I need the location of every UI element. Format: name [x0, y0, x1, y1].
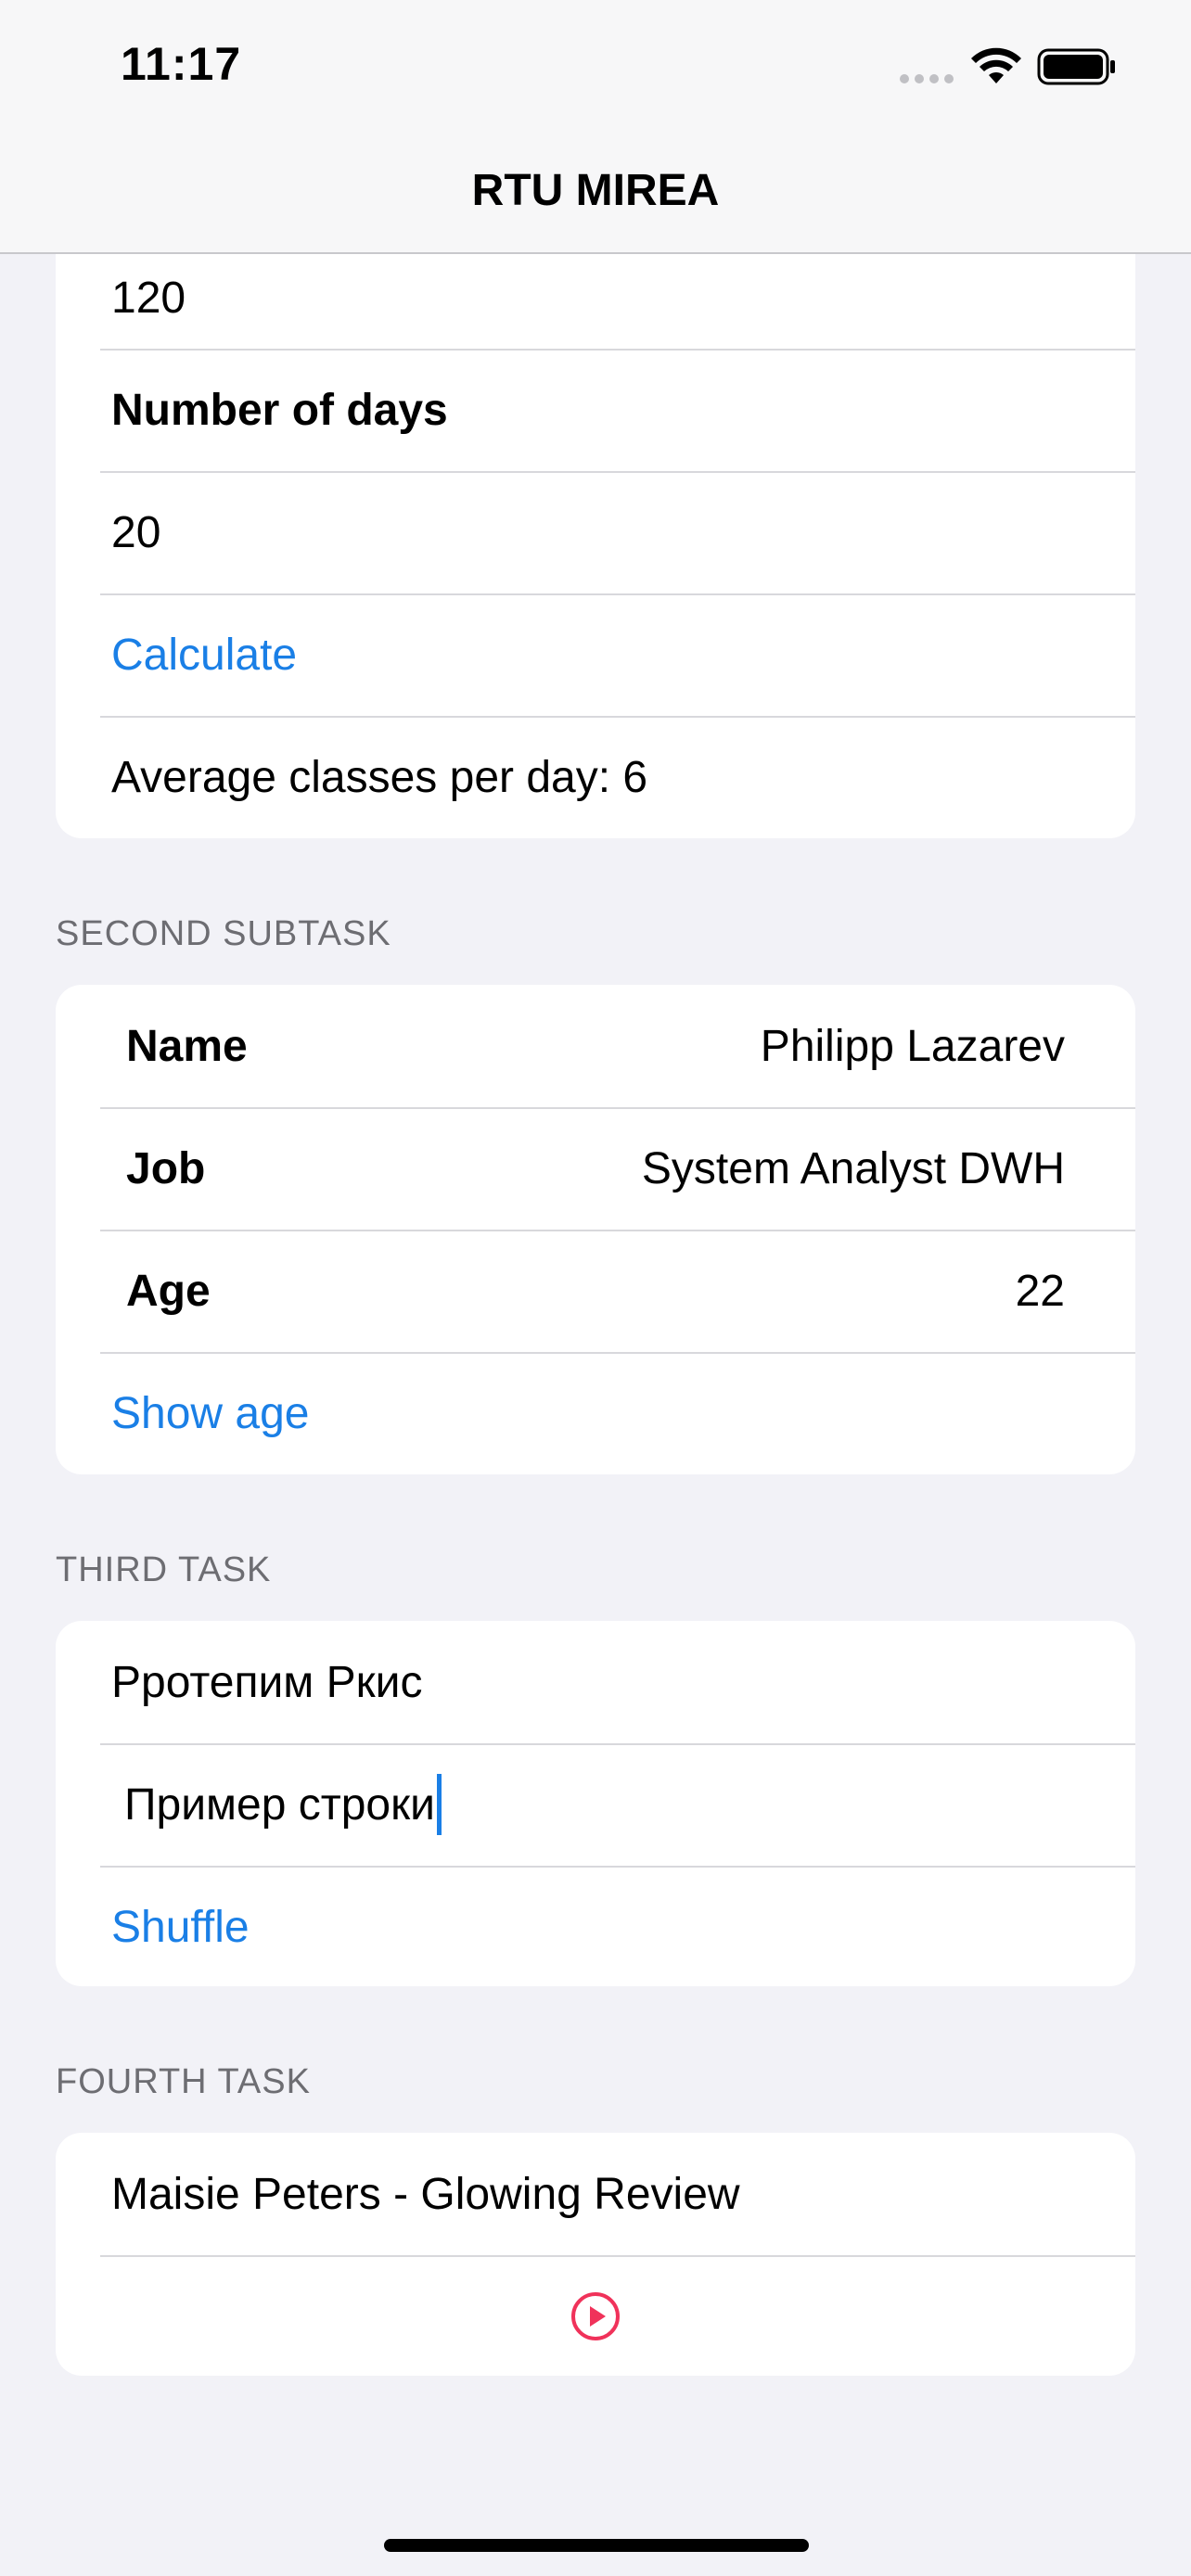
result-row: Average classes per day: 6 — [56, 716, 1135, 838]
days-label-row: Number of days — [56, 349, 1135, 471]
page-title: RTU MIREA — [471, 166, 720, 215]
age-value: 22 — [1015, 1266, 1065, 1316]
average-result-text: Average classes per day: 6 — [111, 752, 648, 802]
age-row: Age 22 — [56, 1230, 1135, 1352]
second-subtask-header: SECOND SUBTASK — [56, 914, 391, 953]
show-age-row[interactable]: Show age — [56, 1352, 1135, 1474]
status-time: 11:17 — [121, 38, 242, 90]
shuffled-text: Рротепим Ркис — [111, 1657, 423, 1707]
job-value: System Analyst DWH — [641, 1143, 1065, 1193]
play-row[interactable] — [56, 2255, 1135, 2376]
days-input-row[interactable]: 20 — [56, 471, 1135, 593]
name-label: Name — [126, 1021, 248, 1071]
home-indicator[interactable] — [384, 2539, 809, 2552]
third-task-card: Рротепим Ркис Пример строки Shuffle — [56, 1621, 1135, 1986]
fourth-task-card: Maisie Peters - Glowing Review — [56, 2133, 1135, 2376]
calculate-button[interactable]: Calculate — [111, 630, 297, 681]
first-task-card: 120 Number of days 20 Calculate Average … — [56, 228, 1135, 838]
track-title-row: Maisie Peters - Glowing Review — [56, 2133, 1135, 2255]
days-input[interactable]: 20 — [111, 507, 160, 558]
shuffle-button[interactable]: Shuffle — [111, 1902, 250, 1953]
battery-icon — [1037, 48, 1115, 85]
shuffle-row[interactable]: Shuffle — [56, 1866, 1135, 1986]
string-input[interactable]: Пример строки — [124, 1779, 435, 1830]
job-label: Job — [126, 1143, 206, 1193]
second-subtask-card: Name Philipp Lazarev Job System Analyst … — [56, 985, 1135, 1474]
track-title: Maisie Peters - Glowing Review — [111, 2169, 740, 2219]
name-value: Philipp Lazarev — [760, 1021, 1065, 1071]
navigation-bar: 11:17 RTU MIREA — [0, 0, 1191, 254]
fourth-task-header: FOURTH TASK — [56, 2062, 311, 2101]
text-cursor — [436, 1774, 442, 1835]
job-row: Job System Analyst DWH — [56, 1107, 1135, 1230]
show-age-button[interactable]: Show age — [111, 1388, 310, 1439]
third-task-header: THIRD TASK — [56, 1550, 272, 1589]
days-label: Number of days — [111, 385, 448, 435]
shuffled-text-row: Рротепим Ркис — [56, 1621, 1135, 1743]
wifi-icon — [971, 47, 1021, 83]
age-label: Age — [126, 1266, 211, 1316]
play-circle-icon[interactable] — [570, 2290, 621, 2342]
string-input-row[interactable]: Пример строки — [56, 1743, 1135, 1866]
cellular-signal-icon — [900, 74, 954, 83]
calculate-row[interactable]: Calculate — [56, 593, 1135, 716]
classes-value: 120 — [111, 273, 186, 323]
name-row: Name Philipp Lazarev — [56, 985, 1135, 1107]
